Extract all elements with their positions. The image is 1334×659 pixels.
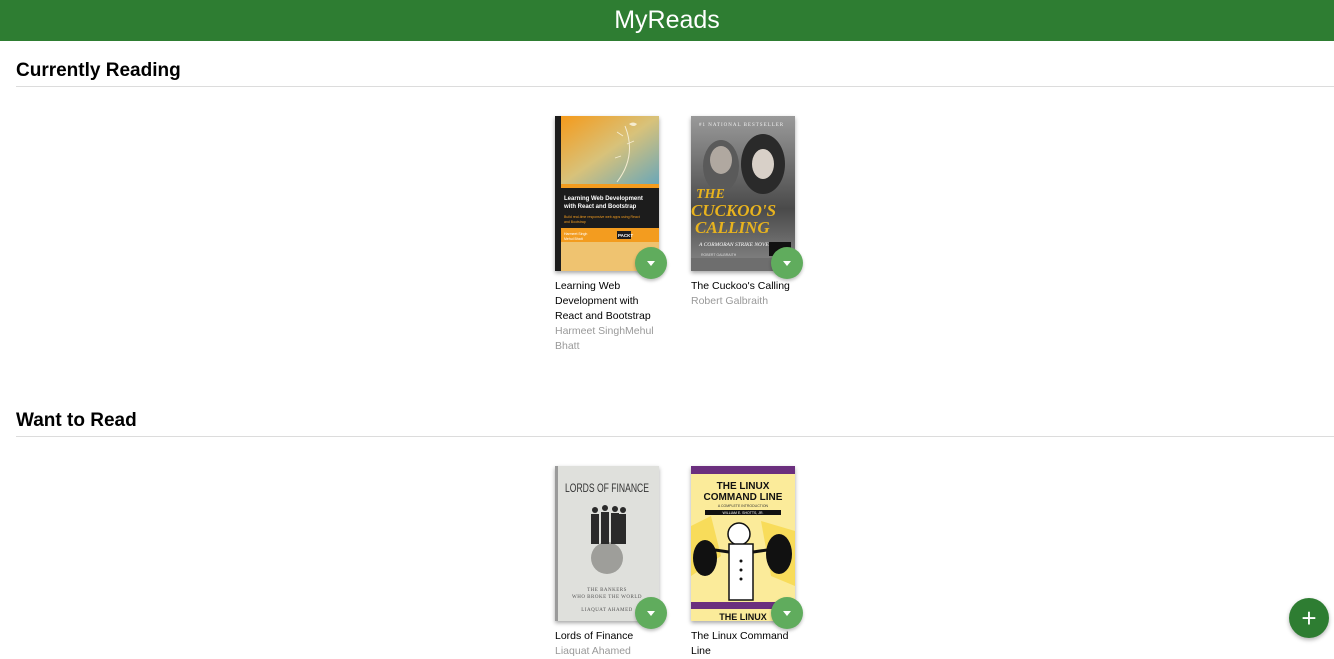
book-top: Learning Web Development with React and … [555,116,667,279]
svg-text:THE LINUX: THE LINUX [719,612,767,621]
svg-text:CALLING: CALLING [695,218,770,237]
svg-text:LIAQUAT AHAMED: LIAQUAT AHAMED [581,608,633,613]
book-authors: Robert Galbraith [691,295,769,307]
book-top: THE LINUX COMMAND LINE A COMPLETE INTROD… [691,466,803,629]
chevron-down-icon [783,610,791,616]
plus-icon: + [1301,603,1317,633]
shelf-books: Learning Web Development with React and … [16,116,1334,354]
book-item: THE LINUX COMMAND LINE A COMPLETE INTROD… [691,466,803,659]
book-title: The Linux Command Line [691,630,789,657]
svg-text:WHO BROKE THE WORLD: WHO BROKE THE WORLD [572,595,642,600]
book-item: Learning Web Development with React and … [555,116,667,354]
book-title: Lords of Finance [555,630,634,642]
add-book-button[interactable]: + [1289,598,1329,638]
svg-text:and Bootstrap: and Bootstrap [564,220,586,224]
book-top: LORDS OF FINANCE THE BANKERS WHO BROKE T… [555,466,667,629]
svg-text:A CORMORAN STRIKE NOVEL: A CORMORAN STRIKE NOVEL [698,242,772,248]
book-item: #1 NATIONAL BESTSELLER THE CUCKOO'S CALL… [691,116,803,354]
chevron-down-icon [647,610,655,616]
shelf-changer-button[interactable] [635,247,667,279]
book-title: The Cuckoo's Calling [691,280,790,292]
shelf-title: Currently Reading [16,60,1334,87]
shelf-changer-button[interactable] [771,597,803,629]
book-item: LORDS OF FINANCE THE BANKERS WHO BROKE T… [555,466,667,659]
shelf-books: LORDS OF FINANCE THE BANKERS WHO BROKE T… [16,466,1334,659]
book-authors: Liaquat Ahamed [555,645,631,657]
svg-text:LORDS OF FINANCE: LORDS OF FINANCE [565,481,649,495]
svg-text:COMMAND LINE: COMMAND LINE [704,492,783,503]
svg-text:with React and Bootstrap: with React and Bootstrap [563,204,637,210]
book-title: Learning Web Development with React and … [555,280,651,322]
svg-text:Harmeet Singh: Harmeet Singh [564,232,587,236]
chevron-down-icon [647,260,655,266]
svg-text:WILLIAM E. SHOTTS, JR.: WILLIAM E. SHOTTS, JR. [722,511,763,515]
shelf-title: Want to Read [16,410,1334,437]
app-header: MyReads [0,0,1334,41]
app-title: MyReads [614,6,720,34]
svg-text:Mehul Bhatt: Mehul Bhatt [564,237,583,241]
shelf-changer-button[interactable] [635,597,667,629]
svg-text:ROBERT GALBRAITH: ROBERT GALBRAITH [701,253,737,257]
svg-text:PACKT: PACKT [618,233,633,238]
svg-text:THE BANKERS: THE BANKERS [587,588,627,593]
svg-text:Build real-time responsive web: Build real-time responsive web apps usin… [564,215,640,219]
chevron-down-icon [783,260,791,266]
shelf-changer-button[interactable] [771,247,803,279]
shelf-want-to-read: Want to Read LORDS OF FINANCE THE BANKER… [16,410,1334,659]
svg-text:#1 NATIONAL BESTSELLER: #1 NATIONAL BESTSELLER [699,123,784,128]
book-authors: Harmeet SinghMehul Bhatt [555,325,654,352]
svg-text:THE: THE [696,187,725,202]
svg-text:THE LINUX: THE LINUX [717,481,770,492]
svg-text:A COMPLETE INTRODUCTION: A COMPLETE INTRODUCTION [718,504,769,508]
svg-text:Learning Web Development: Learning Web Development [564,196,643,202]
shelf-currently-reading: Currently Reading Learning Web Developme… [16,60,1334,354]
book-top: #1 NATIONAL BESTSELLER THE CUCKOO'S CALL… [691,116,803,279]
